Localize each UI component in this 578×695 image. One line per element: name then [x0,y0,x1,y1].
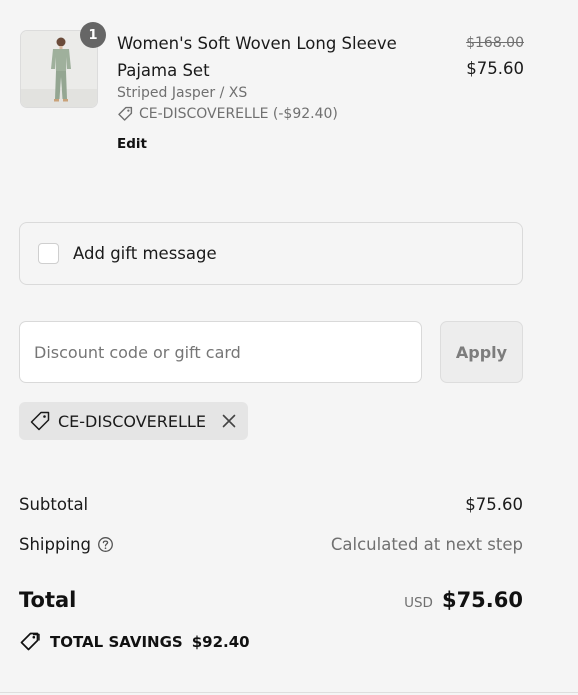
close-icon [222,414,236,428]
product-price: $75.60 [466,59,524,78]
currency-code: USD [404,595,433,611]
help-icon[interactable] [97,536,114,553]
apply-button[interactable]: Apply [440,321,523,383]
applied-discount-tag: CE-DISCOVERELLE [19,402,248,440]
edit-link[interactable]: Edit [117,136,147,152]
total-savings: TOTAL SAVINGS $92.40 [19,631,250,653]
discount-code-input[interactable] [19,321,422,383]
product-title: Women's Soft Woven Long Sleeve Pajama Se… [117,34,397,80]
total-value-group: USD $75.60 [404,588,523,612]
applied-discount-code: CE-DISCOVERELLE [58,411,206,431]
total-label: Total [19,588,77,612]
subtotal-label: Subtotal [19,495,89,514]
product-variant: Striped Jasper / XS [117,85,248,101]
savings-value: $92.40 [191,633,250,651]
shipping-label: Shipping [19,535,91,554]
gift-message-option[interactable]: Add gift message [19,222,523,285]
product-discount: CE-DISCOVERELLE (-$92.40) [117,106,338,122]
tag-icon [118,106,133,121]
savings-label: TOTAL SAVINGS [50,633,183,651]
original-price: $168.00 [466,35,524,51]
product-discount-label: CE-DISCOVERELLE (-$92.40) [139,106,338,122]
quantity-badge: 1 [80,22,106,48]
shipping-value: Calculated at next step [330,535,523,554]
divider [0,692,578,693]
gift-message-checkbox[interactable] [38,243,59,264]
savings-tag-icon [20,632,40,651]
subtotal-value: $75.60 [465,495,523,514]
total-amount: $75.60 [441,588,523,612]
gift-message-label: Add gift message [73,244,217,263]
remove-discount-button[interactable] [221,413,237,429]
shipping-row-label: Shipping [19,535,114,554]
tag-icon [30,411,50,431]
